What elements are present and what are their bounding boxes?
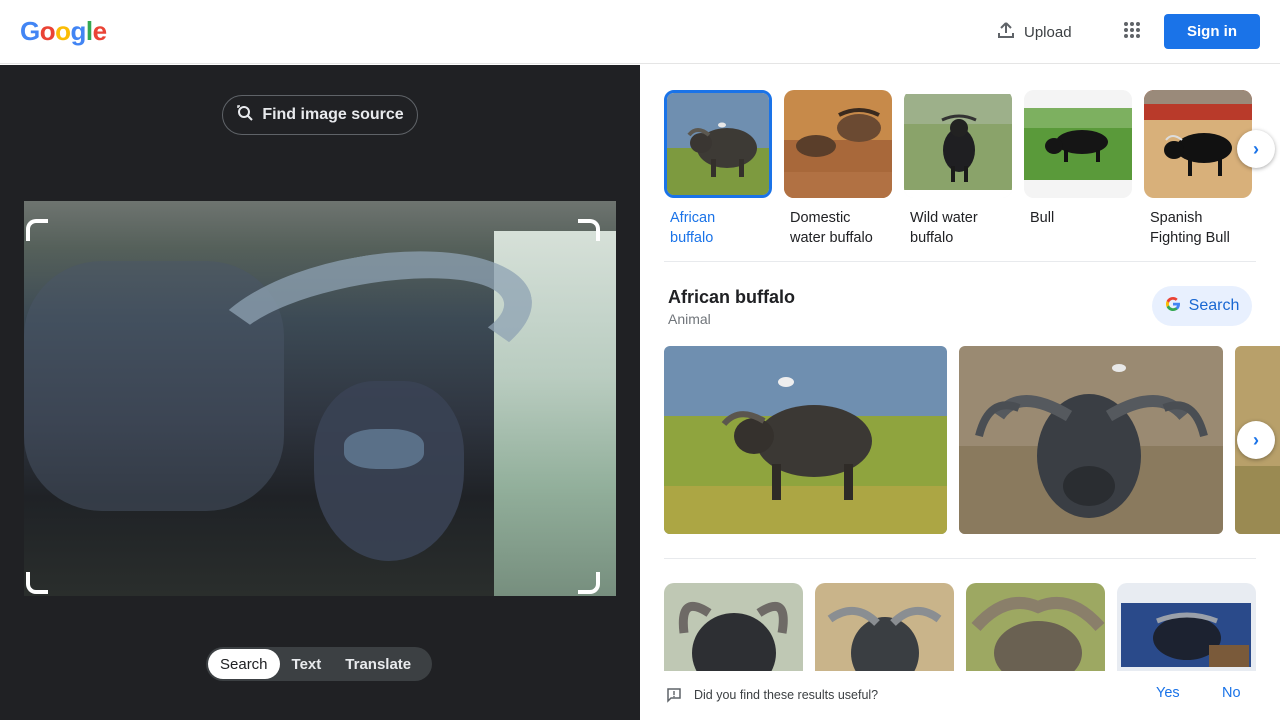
lens-search-icon bbox=[236, 104, 254, 127]
chip-bull[interactable]: Bull bbox=[1024, 90, 1132, 248]
sign-in-button[interactable]: Sign in bbox=[1164, 14, 1260, 49]
logo-letter-o2: o bbox=[55, 16, 71, 46]
google-logo[interactable]: Google bbox=[20, 16, 107, 47]
query-image bbox=[24, 201, 616, 596]
chip-label-line2: buffalo bbox=[670, 230, 714, 246]
result-thumbnail[interactable] bbox=[664, 583, 803, 671]
chips-next-button[interactable]: › bbox=[1237, 130, 1275, 168]
upload-icon bbox=[996, 20, 1016, 44]
chip-african-buffalo[interactable]: African buffalo bbox=[664, 90, 772, 248]
chip-label-line1: Wild water bbox=[910, 210, 978, 226]
entity-title[interactable]: African buffalo bbox=[668, 287, 795, 308]
chip-label-line2: water buffalo bbox=[790, 230, 873, 246]
chip-wild-water-buffalo[interactable]: Wild water buffalo bbox=[904, 90, 1012, 248]
mode-search[interactable]: Search bbox=[208, 649, 280, 679]
lens-mode-switcher: Search Text Translate bbox=[206, 647, 432, 681]
chip-label-line1: Domestic bbox=[790, 210, 851, 226]
result-image[interactable] bbox=[664, 346, 947, 534]
find-image-source-button[interactable]: Find image source bbox=[222, 95, 418, 135]
entity-search-label: Search bbox=[1188, 297, 1240, 314]
feedback-no-button[interactable]: No bbox=[1222, 685, 1241, 701]
results-panel: African buffalo Domestic water buffalo Wil… bbox=[640, 65, 1280, 720]
chip-label-line1: African bbox=[670, 210, 716, 226]
chip-domestic-water-buffalo[interactable]: Domestic water buffalo bbox=[784, 90, 892, 248]
chip-image bbox=[664, 90, 772, 198]
chevron-right-icon: › bbox=[1253, 429, 1259, 450]
chip-spanish-fighting-bull[interactable]: Spanish Fighting Bull bbox=[1144, 90, 1252, 248]
find-image-source-label: Find image source bbox=[262, 106, 404, 123]
chevron-right-icon: › bbox=[1253, 138, 1259, 159]
logo-letter-e: e bbox=[92, 16, 107, 46]
top-bar: Google Upload Sign in bbox=[0, 0, 1280, 64]
result-thumbnail[interactable] bbox=[815, 583, 954, 671]
result-image[interactable] bbox=[959, 346, 1223, 534]
logo-letter-l: l bbox=[85, 16, 93, 46]
chip-label-line2: Fighting Bull bbox=[1150, 230, 1230, 246]
chip-image bbox=[1144, 90, 1252, 198]
logo-letter-o1: o bbox=[39, 16, 56, 46]
feedback-question: Did you find these results useful? bbox=[694, 688, 879, 702]
chip-label-line2: buffalo bbox=[910, 230, 954, 246]
mode-text[interactable]: Text bbox=[280, 649, 334, 679]
feedback-icon bbox=[666, 687, 682, 703]
feedback-bar: Did you find these results useful? Yes N… bbox=[640, 671, 1280, 720]
result-thumbnail[interactable] bbox=[1117, 583, 1256, 671]
result-thumbnail[interactable] bbox=[966, 583, 1105, 671]
upload-label: Upload bbox=[1024, 23, 1072, 41]
section-divider bbox=[664, 261, 1256, 262]
chip-image bbox=[904, 90, 1012, 198]
feedback-yes-button[interactable]: Yes bbox=[1156, 685, 1180, 701]
chip-label-line1: Bull bbox=[1030, 210, 1055, 226]
chip-label-line1: Spanish bbox=[1150, 210, 1203, 226]
apps-grid-icon bbox=[1123, 21, 1141, 44]
chip-image bbox=[784, 90, 892, 198]
upload-button[interactable]: Upload bbox=[984, 14, 1084, 50]
mode-translate[interactable]: Translate bbox=[333, 649, 423, 679]
logo-letter-g: G bbox=[20, 16, 40, 46]
entity-search-button[interactable]: Search bbox=[1152, 286, 1252, 326]
query-image-panel: Find image source Search Text Translate bbox=[0, 65, 640, 720]
images-next-button[interactable]: › bbox=[1237, 421, 1275, 459]
chip-image bbox=[1024, 90, 1132, 198]
related-chips: African buffalo Domestic water buffalo Wil… bbox=[664, 90, 1252, 248]
section-divider bbox=[664, 558, 1256, 559]
google-apps-button[interactable] bbox=[1114, 14, 1150, 50]
google-g-icon bbox=[1165, 296, 1181, 317]
entity-subtitle: Animal bbox=[668, 311, 711, 327]
logo-letter-g2: g bbox=[70, 16, 87, 46]
